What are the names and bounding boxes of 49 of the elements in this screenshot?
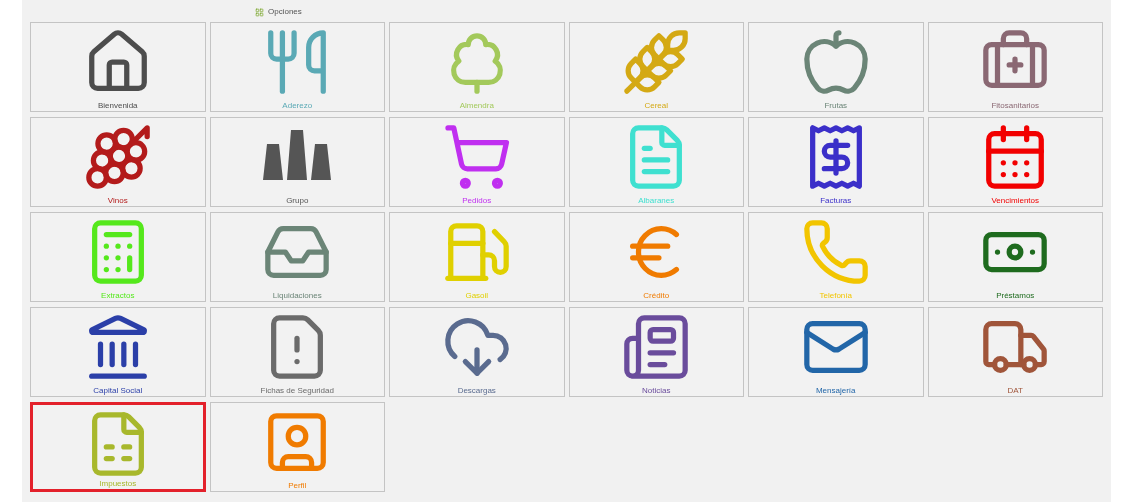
tile-label: Facturas [820, 196, 852, 205]
menu-tile[interactable]: Vinos [30, 117, 206, 207]
menu-tile[interactable]: Capital Social [30, 307, 206, 397]
menu-tile[interactable]: Grupo [209, 117, 385, 207]
menu-tile[interactable]: Descargas [389, 307, 565, 397]
menu-tile[interactable]: Bienvenida [30, 22, 206, 112]
tile-label: Gasoil [465, 291, 489, 300]
menu-tile[interactable]: Impuestos [30, 402, 206, 492]
tile-label: Cereal [644, 101, 669, 110]
tile-label: Grupo [286, 196, 309, 205]
tile-label: Aderezo [282, 101, 313, 110]
menu-tile[interactable]: Fichas de Seguridad [209, 307, 385, 397]
menu-tile[interactable]: Facturas [748, 117, 924, 207]
tile-label: Extractos [101, 291, 135, 300]
menu-tile[interactable]: Aderezo [209, 22, 385, 112]
tile-label: Vinos [107, 196, 128, 205]
tile-label: Descargas [457, 386, 496, 395]
tile-label: Noticias [642, 386, 671, 395]
menu-tile[interactable]: Noticias [568, 307, 744, 397]
tile-label: Crédito [643, 291, 670, 300]
menu-tile[interactable]: Pedidos [389, 117, 565, 207]
menu-tile[interactable]: Perfil [209, 402, 385, 492]
tile-label: Fitosanitarios [991, 101, 1040, 110]
tile-label: Vencimientos [991, 196, 1040, 205]
menu-tile[interactable]: Crédito [568, 212, 744, 302]
tile-label: Liquidaciones [272, 291, 322, 300]
tile-label: Impuestos [99, 479, 137, 488]
tile-label: Bienvenida [97, 101, 138, 110]
tile-label: Pedidos [462, 196, 492, 205]
tile-label: Capital Social [93, 386, 143, 395]
tile-label: Perfil [288, 481, 307, 490]
tile-label: Fichas de Seguridad [260, 386, 334, 395]
menu-tile[interactable]: Mensajería [748, 307, 924, 397]
tile-label: Almendra [459, 101, 494, 110]
tile-label: Frutas [824, 101, 848, 110]
menu-tile[interactable]: Cereal [568, 22, 744, 112]
menu-tile[interactable]: Frutas [748, 22, 924, 112]
tile-label: Mensajería [815, 386, 856, 395]
menu-tile[interactable]: Préstamos [927, 212, 1103, 302]
options-icon [255, 7, 264, 17]
tile-label: Telefonía [819, 291, 852, 300]
menu-tile[interactable]: Vencimientos [927, 117, 1103, 207]
tile-label: Albaranes [638, 196, 675, 205]
menu-tile[interactable]: Fitosanitarios [927, 22, 1103, 112]
tile-label: Préstamos [996, 291, 1035, 300]
menu-tile[interactable]: DAT [927, 307, 1103, 397]
tile-label: DAT [1007, 386, 1023, 395]
header-title: Opciones [268, 6, 302, 18]
menu-tile[interactable]: Liquidaciones [209, 212, 385, 302]
